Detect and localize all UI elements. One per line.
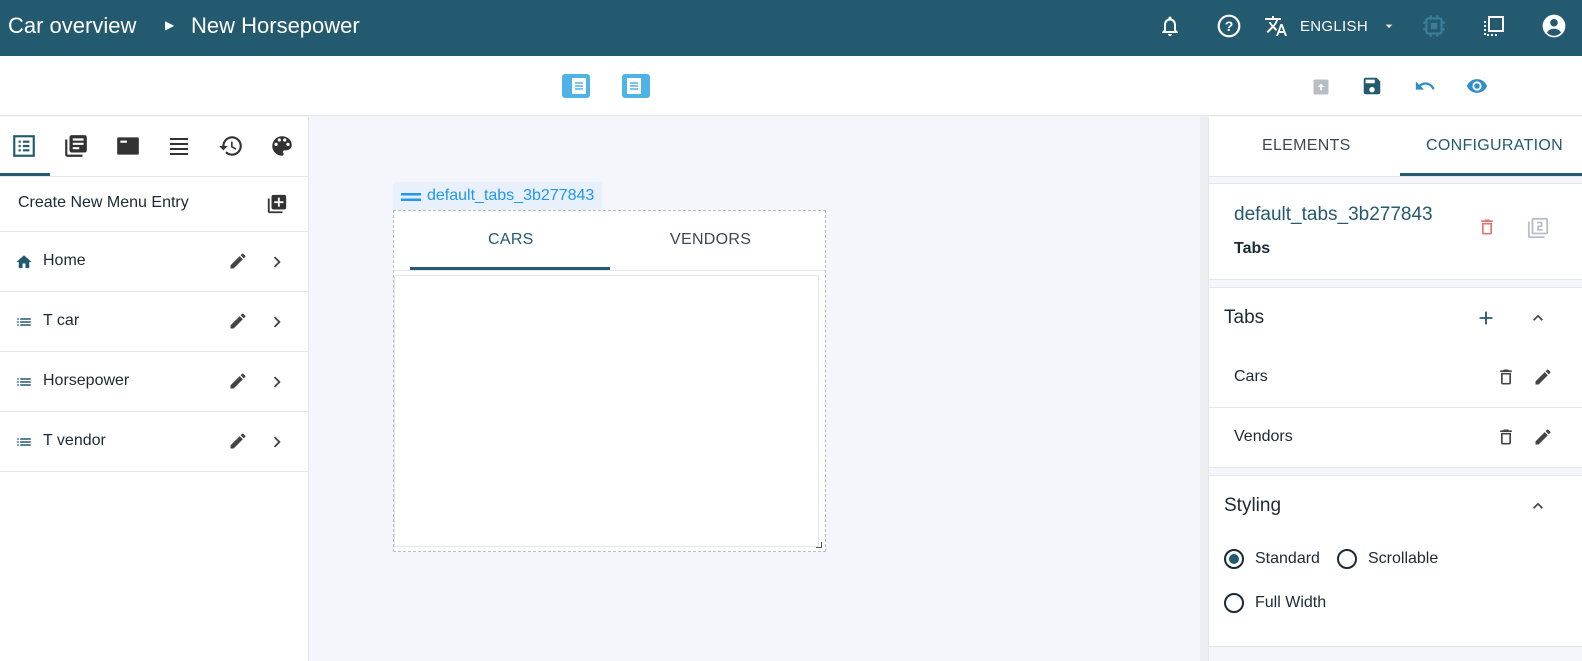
publish-icon[interactable] <box>1310 76 1332 98</box>
help-icon[interactable]: ? <box>1216 13 1242 39</box>
preview-icon[interactable] <box>1465 75 1489 97</box>
collapse-icon[interactable] <box>1528 308 1548 328</box>
tab-config-label: Vendors <box>1234 428 1293 445</box>
chip-icon[interactable] <box>1421 13 1447 39</box>
tab-vendors[interactable]: VENDORS <box>670 231 751 249</box>
tab-strip: CARS VENDORS <box>394 211 825 271</box>
sidebar-item-t-car[interactable]: T car <box>0 292 309 352</box>
sidebar-tab-indicator <box>0 173 50 176</box>
component-type: Tabs <box>1234 240 1271 257</box>
account-icon[interactable] <box>1541 13 1567 39</box>
add-entry-icon[interactable] <box>266 193 288 215</box>
chevron-right-icon[interactable] <box>266 371 288 393</box>
panel-tabs: ELEMENTS CONFIGURATION <box>1209 117 1582 177</box>
create-menu-entry-label: Create New Menu Entry <box>18 194 189 211</box>
tab-config-row[interactable]: Vendors <box>1209 408 1582 468</box>
drag-handle-icon[interactable] <box>401 190 421 202</box>
breadcrumb-car-overview[interactable]: Car overview <box>8 13 136 39</box>
top-bar: Car overview ▶ New Horsepower ? ENGLISH <box>0 0 1582 56</box>
list-icon <box>15 373 33 391</box>
save-icon[interactable] <box>1361 75 1383 97</box>
chevron-right-icon[interactable] <box>266 311 288 333</box>
undo-icon[interactable] <box>1414 75 1436 97</box>
dropdown-icon[interactable] <box>1376 13 1402 39</box>
list-icon <box>15 313 33 331</box>
sidebar-tabs <box>0 117 309 177</box>
bell-icon[interactable] <box>1157 13 1183 39</box>
language-label[interactable]: ENGLISH <box>1300 18 1368 35</box>
radio-scrollable[interactable] <box>1337 549 1357 569</box>
duplicate-icon[interactable] <box>1527 217 1549 239</box>
sidebar-item-label: Horsepower <box>43 372 130 389</box>
radio-label-full-width: Full Width <box>1255 594 1327 611</box>
list-icon[interactable] <box>9 131 39 161</box>
breadcrumb-separator-icon: ▶ <box>165 18 175 32</box>
sidebar-item-label: T vendor <box>43 432 106 449</box>
rows-icon[interactable] <box>164 131 194 161</box>
add-tab-icon[interactable] <box>1475 307 1497 329</box>
edit-icon[interactable] <box>1533 427 1555 449</box>
history-icon[interactable] <box>216 131 246 161</box>
breadcrumb-current: New Horsepower <box>191 13 360 38</box>
palette-icon[interactable] <box>267 131 297 161</box>
window-icon[interactable] <box>1481 13 1507 39</box>
home-icon <box>15 253 33 271</box>
styling-section-title: Styling <box>1224 495 1282 516</box>
delete-icon[interactable] <box>1496 427 1518 449</box>
sidebar-item-label: Home <box>43 252 86 269</box>
right-panel: ELEMENTS CONFIGURATION default_tabs_3b27… <box>1208 117 1582 661</box>
sidebar-item-t-vendor[interactable]: T vendor <box>0 412 309 472</box>
tab-config-row[interactable]: Cars <box>1209 348 1582 408</box>
tabs-component[interactable]: CARS VENDORS <box>393 210 826 552</box>
edit-icon[interactable] <box>228 311 250 333</box>
chevron-right-icon[interactable] <box>266 251 288 273</box>
edit-icon[interactable] <box>228 251 250 273</box>
tab-content-area[interactable] <box>394 275 819 547</box>
editor-toolbar <box>0 56 1582 116</box>
create-menu-entry-row[interactable]: Create New Menu Entry <box>0 177 309 232</box>
left-sidebar: Create New Menu Entry Home T car Horsepo… <box>0 117 309 661</box>
delete-icon[interactable] <box>1496 367 1518 389</box>
edit-icon[interactable] <box>1533 367 1555 389</box>
library-icon[interactable] <box>61 131 91 161</box>
component-id: default_tabs_3b277843 <box>1234 204 1433 225</box>
radio-label-standard: Standard <box>1255 550 1320 567</box>
component-info-card: default_tabs_3b277843 Tabs <box>1209 183 1582 280</box>
collapse-icon[interactable] <box>1528 496 1548 516</box>
chevron-right-icon[interactable] <box>266 431 288 453</box>
layout-full-icon[interactable] <box>621 74 651 98</box>
tab-config-label: Cars <box>1234 368 1268 385</box>
tab-configuration[interactable]: CONFIGURATION <box>1426 137 1563 155</box>
component-tag[interactable]: default_tabs_3b277843 <box>393 182 603 210</box>
active-panel-tab-indicator <box>1400 173 1582 176</box>
edit-icon[interactable] <box>228 431 250 453</box>
svg-text:?: ? <box>1225 18 1234 34</box>
tabs-section-title: Tabs <box>1224 307 1265 328</box>
sidebar-item-home[interactable]: Home <box>0 232 309 292</box>
translate-icon[interactable] <box>1263 13 1289 39</box>
radio-label-scrollable: Scrollable <box>1368 550 1439 567</box>
card-icon[interactable] <box>113 131 143 161</box>
tab-cars[interactable]: CARS <box>488 231 534 249</box>
tab-elements[interactable]: ELEMENTS <box>1262 137 1351 155</box>
tabs-config-section: Tabs Cars Vendors <box>1209 287 1582 468</box>
layout-left-icon[interactable] <box>561 74 591 98</box>
resize-handle-icon[interactable] <box>816 542 822 548</box>
active-tab-indicator <box>410 267 610 270</box>
list-icon <box>15 433 33 451</box>
edit-icon[interactable] <box>228 371 250 393</box>
component-tag-label: default_tabs_3b277843 <box>427 187 595 204</box>
styling-config-section: Styling Standard Scrollable Full Width <box>1209 475 1582 647</box>
sidebar-item-label: T car <box>43 312 80 329</box>
delete-icon[interactable] <box>1477 217 1499 239</box>
sidebar-item-horsepower[interactable]: Horsepower <box>0 352 309 412</box>
radio-standard[interactable] <box>1224 549 1244 569</box>
canvas-scrollbar[interactable] <box>1200 117 1208 661</box>
radio-full-width[interactable] <box>1224 593 1244 613</box>
